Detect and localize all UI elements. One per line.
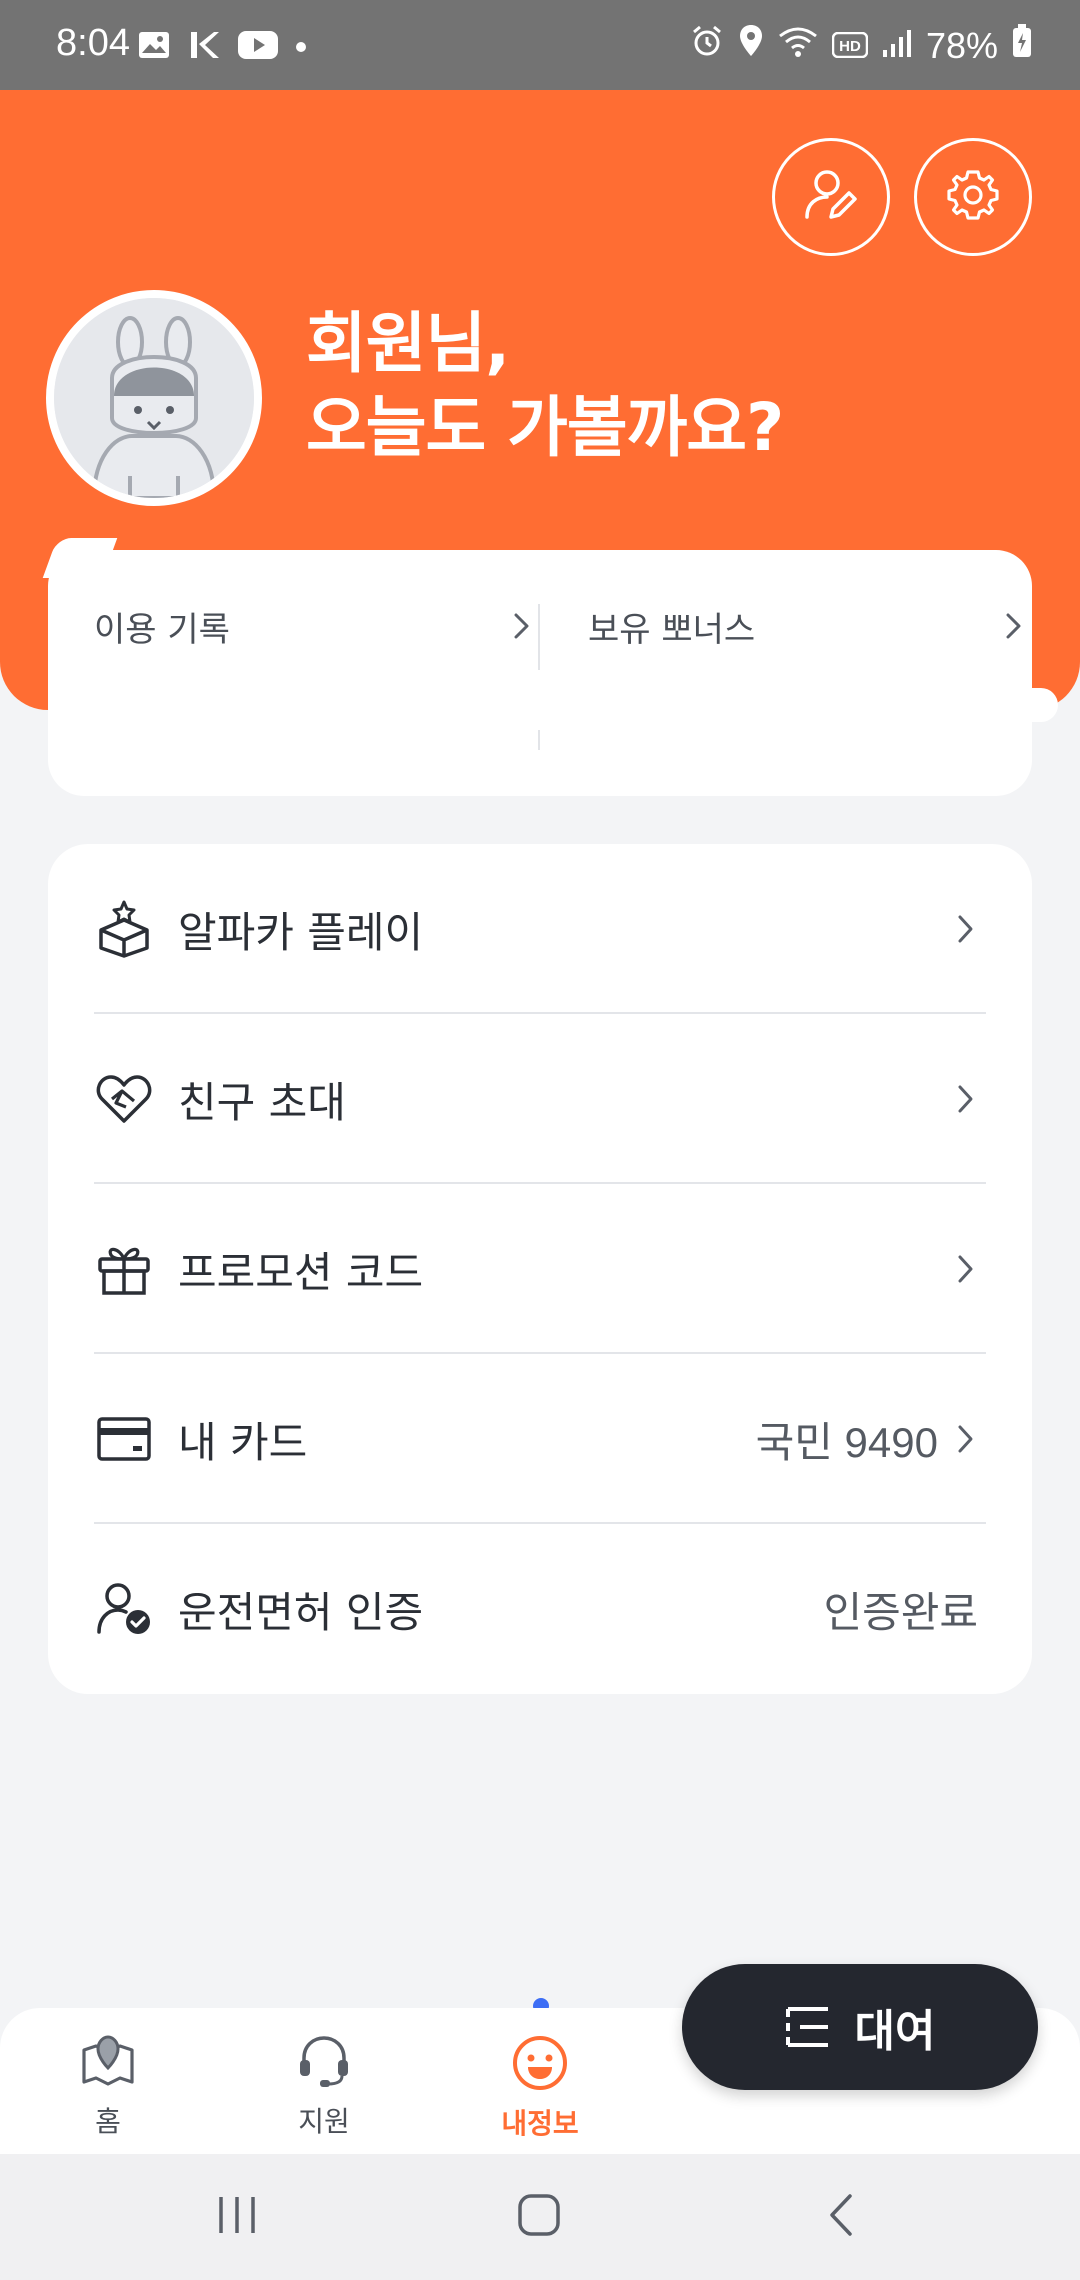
status-time: 8:04	[56, 22, 130, 64]
smile-face-icon	[511, 2034, 569, 2096]
settings-button[interactable]	[914, 138, 1032, 256]
nav-my-info[interactable]: 내정보	[470, 2034, 610, 2142]
card-value: 국민 9490	[755, 1418, 938, 1466]
chevron-right-icon	[946, 1419, 986, 1459]
gift-icon	[94, 1239, 154, 1299]
menu-item-alpaca-play[interactable]: 알파카 플레이	[94, 844, 986, 1014]
menu-item-label: 프로모션 코드	[178, 1247, 424, 1297]
battery-text: 78%	[925, 24, 998, 66]
nav-home[interactable]: 홈	[38, 2034, 178, 2140]
greeting-line-1: 회원님,	[306, 305, 510, 382]
signal-icon	[882, 25, 912, 67]
youtube-icon	[238, 31, 278, 63]
person-edit-icon	[801, 165, 861, 229]
headset-icon	[296, 2034, 352, 2094]
bonus-link[interactable]: 보유 뽀너스	[588, 606, 1034, 650]
back-system-button[interactable]	[806, 2184, 876, 2250]
battery-charging-icon	[1012, 24, 1032, 67]
gallery-icon	[138, 31, 170, 63]
home-square-icon	[517, 2193, 561, 2241]
profile-edit-button[interactable]	[772, 138, 890, 256]
play-box-icon	[94, 899, 154, 959]
rent-button[interactable]: 대여	[682, 1964, 1038, 2090]
map-pin-icon	[80, 2034, 136, 2094]
hd-icon: HD	[831, 25, 869, 67]
alarm-icon	[690, 24, 724, 67]
status-bar: 8:04 HD 78%	[0, 0, 1080, 90]
menu-item-label: 친구 초대	[178, 1077, 346, 1127]
usage-history-label: 이용 기록	[94, 609, 230, 650]
heart-handshake-icon	[94, 1069, 154, 1129]
recent-apps-icon	[215, 2195, 259, 2239]
back-chevron-icon	[826, 2193, 856, 2241]
rent-button-label: 대여	[854, 2006, 936, 2057]
nav-support-label: 지원	[298, 2105, 350, 2138]
menu-item-label: 내 카드	[178, 1417, 308, 1467]
home-system-button[interactable]	[504, 2184, 574, 2250]
svg-text:HD: HD	[839, 38, 861, 55]
gear-icon	[944, 166, 1002, 228]
menu-list-icon	[785, 2005, 831, 2049]
alpaca-avatar-icon	[54, 298, 254, 498]
summary-card: 이용 기록 보유 뽀너스	[42, 538, 1058, 796]
vpn-k-icon	[188, 30, 220, 64]
greeting-title: 회원님, 오늘도 가볼까요?	[306, 302, 784, 470]
chevron-right-icon	[502, 606, 542, 646]
location-icon	[738, 24, 764, 67]
chevron-right-icon	[946, 1249, 986, 1289]
avatar[interactable]	[46, 290, 262, 506]
bonus-label: 보유 뽀너스	[588, 609, 756, 650]
license-verified-icon	[94, 1579, 154, 1639]
recent-apps-button[interactable]	[202, 2184, 272, 2250]
chevron-right-icon	[946, 909, 986, 949]
menu-item-label: 알파카 플레이	[178, 907, 424, 957]
nav-support[interactable]: 지원	[254, 2034, 394, 2140]
usage-history-link[interactable]: 이용 기록	[94, 606, 542, 650]
card-icon	[94, 1409, 154, 1469]
chevron-right-icon	[946, 1079, 986, 1119]
summary-divider-tick	[538, 730, 540, 750]
menu-item-license-verification[interactable]: 운전면허 인증 인증완료	[94, 1524, 986, 1694]
nav-my-info-label: 내정보	[501, 2107, 579, 2140]
greeting-line-2: 오늘도 가볼까요?	[306, 389, 784, 466]
system-nav-bar	[0, 2154, 1080, 2280]
menu-card: 알파카 플레이 친구 초대 프로모션 코드 내 카드 국민 9490 운전면허 …	[48, 844, 1032, 1694]
license-status: 인증완료	[823, 1588, 978, 1636]
menu-item-my-card[interactable]: 내 카드 국민 9490	[94, 1354, 986, 1524]
menu-item-label: 운전면허 인증	[178, 1587, 424, 1637]
menu-item-invite-friend[interactable]: 친구 초대	[94, 1014, 986, 1184]
summary-divider	[538, 604, 540, 670]
dot-icon	[296, 42, 306, 52]
nav-home-label: 홈	[95, 2105, 121, 2138]
menu-item-promo-code[interactable]: 프로모션 코드	[94, 1184, 986, 1354]
wifi-icon	[778, 25, 818, 67]
chevron-right-icon	[994, 606, 1034, 646]
